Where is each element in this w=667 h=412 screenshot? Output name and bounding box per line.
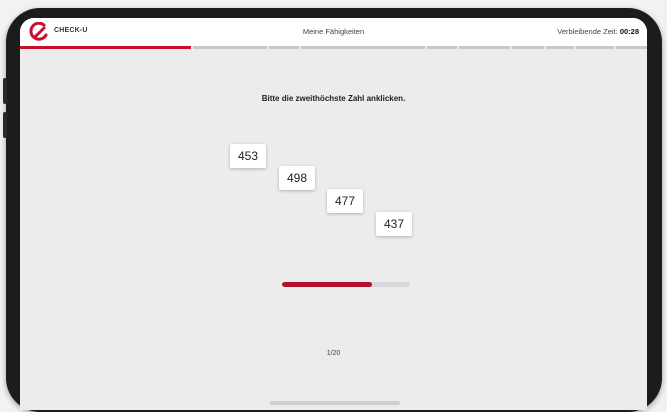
remaining-time: Verbleibende Zeit: 00:28 [557, 27, 639, 36]
number-option[interactable]: 477 [327, 189, 363, 213]
step-segment [269, 46, 300, 49]
step-segment [576, 46, 615, 49]
task-progress-fill [282, 282, 372, 287]
step-segment [426, 46, 457, 49]
app-header: CHECK-U Meine Fähigkeiten Verbleibende Z… [20, 18, 647, 46]
step-segment [301, 46, 425, 49]
task-progress-bar [282, 282, 410, 287]
step-segment [546, 46, 575, 49]
step-segment [193, 46, 268, 49]
number-option[interactable]: 437 [376, 212, 412, 236]
volume-button [3, 112, 7, 138]
step-segment [616, 46, 647, 49]
home-indicator [270, 401, 400, 405]
step-segment [512, 46, 545, 49]
timer-value: 00:28 [619, 27, 639, 36]
timer-label: Verbleibende Zeit: [557, 27, 618, 36]
number-option[interactable]: 498 [279, 166, 315, 190]
step-segment [458, 46, 511, 49]
task-instruction: Bitte die zweithöchste Zahl anklicken. [261, 94, 406, 103]
step-progress [20, 46, 647, 49]
number-option[interactable]: 453 [230, 144, 266, 168]
page-title: Meine Fähigkeiten [302, 27, 365, 36]
step-segment-active [20, 46, 192, 49]
question-counter: 1/20 [326, 350, 341, 357]
app-screen: CHECK-U Meine Fähigkeiten Verbleibende Z… [20, 18, 647, 410]
volume-button [3, 78, 7, 104]
